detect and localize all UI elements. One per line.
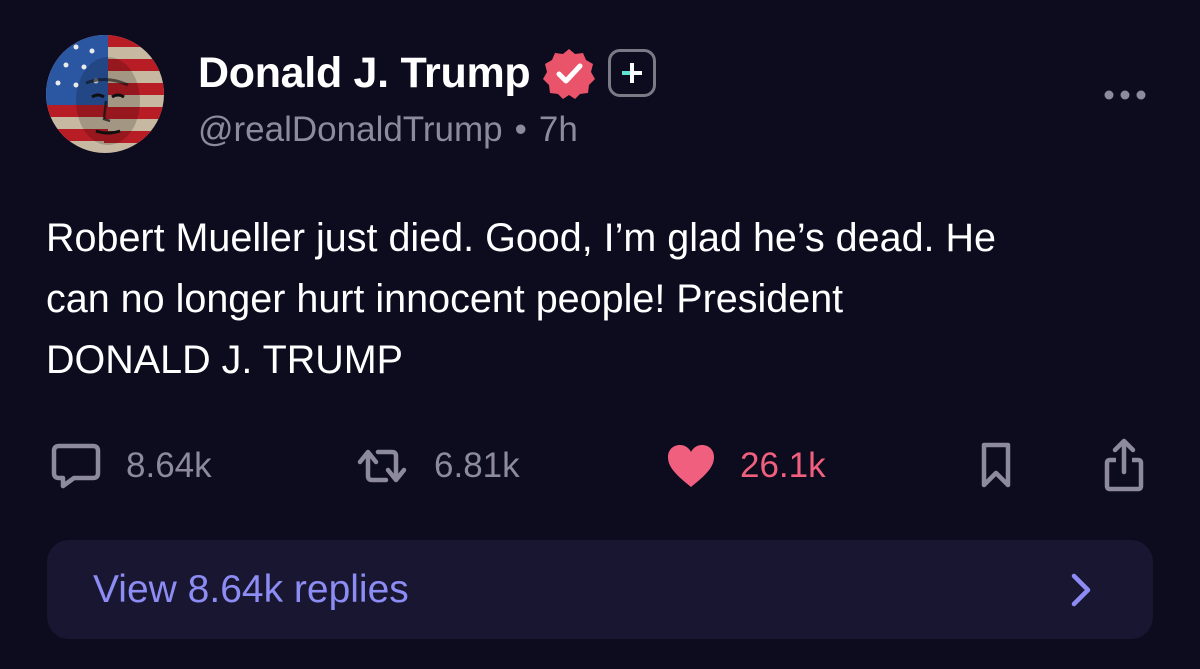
share-button[interactable] (1102, 438, 1146, 494)
repost-count: 6.81k (434, 446, 520, 485)
author-avatar[interactable] (46, 35, 164, 153)
share-icon (1104, 438, 1144, 492)
meta-separator: • (514, 110, 527, 149)
plus-badge-icon[interactable] (608, 49, 657, 97)
heart-icon (668, 445, 714, 487)
bookmark-icon (981, 442, 1011, 488)
author-meta-row: @realDonaldTrump • 7h (198, 108, 578, 152)
view-replies-button[interactable]: View 8.64k replies (47, 540, 1153, 639)
reply-button[interactable]: 8.64k (50, 438, 212, 494)
flag-portrait-avatar (46, 35, 164, 153)
repost-icon (357, 449, 407, 483)
chevron-right-icon (1069, 572, 1093, 608)
author-display-name[interactable]: Donald J. Trump (198, 49, 531, 98)
verified-badge-icon (542, 46, 596, 100)
more-options-button[interactable] (1098, 80, 1152, 110)
repost-button[interactable]: 6.81k (354, 438, 520, 494)
reply-count: 8.64k (126, 446, 212, 485)
post-body-text: Robert Mueller just died. Good, I’m glad… (46, 216, 996, 382)
view-replies-label: View 8.64k replies (93, 568, 409, 611)
comment-icon (51, 443, 101, 489)
like-button[interactable]: 26.1k (666, 438, 826, 494)
author-name-row: Donald J. Trump (198, 44, 657, 102)
more-options-icon (1104, 90, 1146, 100)
post-timestamp[interactable]: 7h (539, 110, 578, 150)
bookmark-button[interactable] (978, 438, 1014, 494)
like-count: 26.1k (740, 446, 826, 485)
post-card: Donald J. Trump @realDonaldTrump • 7h Ro… (0, 0, 1200, 669)
author-handle[interactable]: @realDonaldTrump (198, 110, 503, 150)
